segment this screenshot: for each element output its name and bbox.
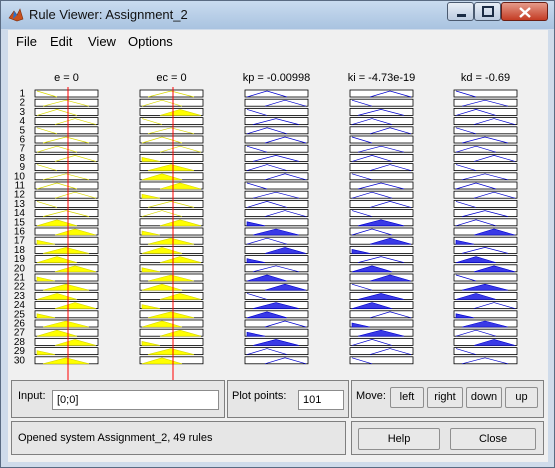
rules-diagram[interactable]: e = 0 ec = 0 kp = -0.00998 ki = -4.73e-19 kd… (8, 53, 548, 400)
rule-viewer-window: Rule Viewer: Assignment_2 File Edit View… (0, 0, 555, 468)
menu-edit[interactable]: Edit (50, 34, 72, 49)
help-button[interactable]: Help (358, 428, 440, 450)
input-panel: Input: [0;0] (11, 380, 225, 418)
move-left-button[interactable]: left (390, 387, 424, 408)
matlab-icon (8, 8, 24, 22)
rule-plot-area[interactable]: e = 0 ec = 0 kp = -0.00998 ki = -4.73e-19 kd… (8, 53, 548, 400)
plot-points-label: Plot points: (232, 390, 287, 402)
variable-label: e = 0 (54, 72, 79, 84)
status-text: Opened system Assignment_2, 49 rules (18, 432, 213, 444)
move-down-button[interactable]: down (466, 387, 502, 408)
input-field[interactable]: [0;0] (52, 390, 219, 410)
action-panel: Help Close (351, 421, 544, 455)
maximize-button[interactable] (474, 2, 501, 21)
plot-points-panel: Plot points: 101 (227, 380, 349, 418)
title-bar: Rule Viewer: Assignment_2 (1, 1, 554, 29)
variable-label: ec = 0 (156, 72, 186, 84)
move-up-button[interactable]: up (505, 387, 538, 408)
menu-bar: File Edit View Options (8, 30, 548, 53)
status-panel: Opened system Assignment_2, 49 rules (11, 421, 346, 455)
menu-file[interactable]: File (16, 34, 37, 49)
plot-points-field[interactable]: 101 (298, 390, 344, 410)
rule-number: 30 (14, 355, 26, 366)
input-label: Input: (18, 390, 46, 402)
menu-view[interactable]: View (88, 34, 116, 49)
window-title: Rule Viewer: Assignment_2 (29, 7, 188, 22)
close-window-button[interactable] (501, 2, 548, 21)
move-label: Move: (356, 390, 386, 402)
close-button[interactable]: Close (450, 428, 536, 450)
move-right-button[interactable]: right (427, 387, 463, 408)
variable-label: kd = -0.69 (461, 72, 510, 84)
move-panel: Move: left right down up (351, 380, 544, 418)
maximize-icon (482, 6, 494, 17)
menu-options[interactable]: Options (128, 34, 173, 49)
minimize-button[interactable] (447, 2, 474, 21)
client-area: File Edit View Options e = 0 ec = 0 kp = -… (8, 30, 548, 462)
close-icon (519, 7, 531, 18)
minimize-icon (457, 14, 466, 17)
variable-label: kp = -0.00998 (243, 72, 311, 84)
variable-label: ki = -4.73e-19 (348, 72, 416, 84)
